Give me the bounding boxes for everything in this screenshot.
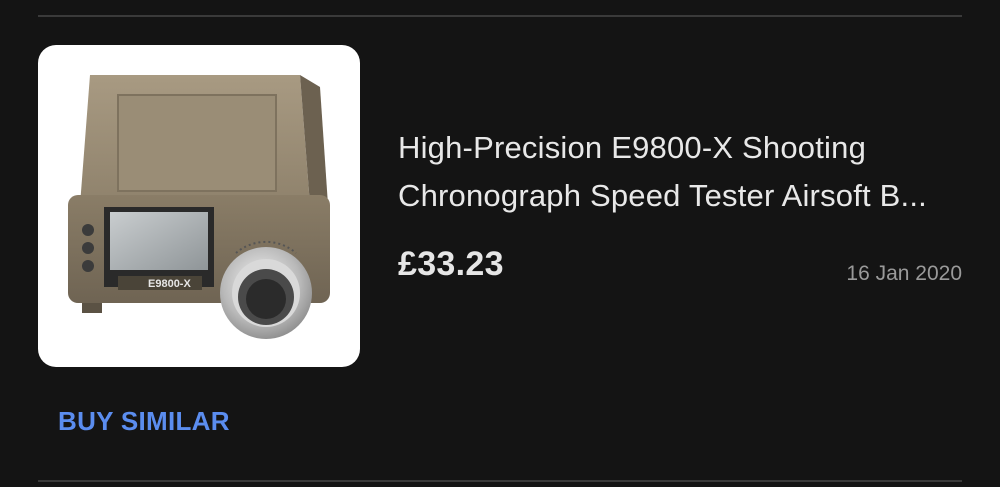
top-divider	[38, 15, 962, 17]
listing-title-line-1: High-Precision E9800-X Shooting	[398, 130, 867, 165]
listing-title[interactable]: High-Precision E9800-X Shooting Chronogr…	[398, 124, 958, 220]
product-thumbnail[interactable]: E9800-X	[38, 45, 360, 367]
listing-date: 16 Jan 2020	[846, 262, 962, 285]
buy-similar-button[interactable]: BUY SIMILAR	[58, 406, 230, 437]
listing-title-line-2: Chronograph Speed Tester Airsoft B...	[398, 178, 927, 213]
bottom-divider	[38, 480, 962, 482]
chronograph-product-image: E9800-X	[68, 75, 330, 339]
device-model-label: E9800-X	[148, 278, 191, 290]
listing-card: E9800-X High-Precision E9800-X Shooting …	[0, 0, 1000, 487]
listing-price: £33.23	[398, 245, 504, 283]
